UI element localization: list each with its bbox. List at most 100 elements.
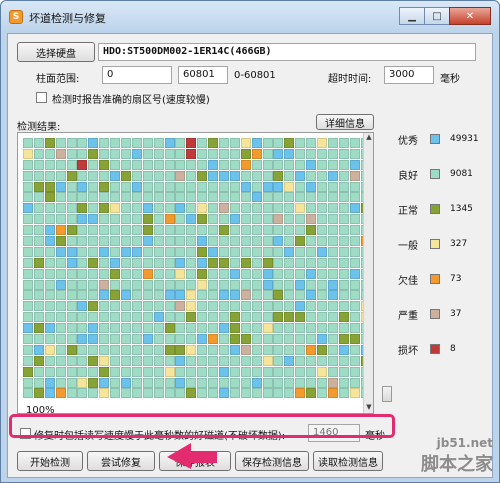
scroll-up-icon[interactable]: ▲ [364,133,374,143]
sector-cell [23,334,33,345]
sector-cell [240,225,251,236]
sector-cell [153,312,164,323]
disk-name-field[interactable]: HDO:ST500DM002-1ER14C(466GB) [98,43,476,61]
sector-cell [121,366,132,377]
start-detect-button[interactable]: 开始检测 [17,451,83,471]
sector-cell [44,257,55,268]
sector-cell [66,159,77,170]
sector-cell [66,334,77,345]
sector-cell [66,312,77,323]
timeout-input[interactable]: 3000 [384,66,434,84]
sector-cell [219,214,230,225]
sector-cell [219,170,230,181]
sector-cell [262,279,273,290]
save-detect-info-button[interactable]: 保存检测信息 [235,451,309,471]
sector-cell [164,214,175,225]
sector-cell [110,246,121,257]
sector-cell [66,257,77,268]
sector-cell [66,388,77,399]
cylinder-from-input[interactable]: 0 [102,66,172,84]
sector-cell [197,203,208,214]
sector-cell [295,279,306,290]
report-sector-checkbox[interactable] [36,92,47,103]
sector-cell [295,366,306,377]
sector-cell [338,301,349,312]
sector-cell [55,138,66,148]
cylinder-to-input[interactable]: 60801 [178,66,228,84]
sector-cell [208,236,219,247]
sector-cell [295,344,306,355]
sector-cell [229,344,240,355]
sector-cell [338,312,349,323]
sector-cell [55,225,66,236]
legend-label: 损坏 [398,345,418,357]
sector-cell [55,290,66,301]
sector-cell [99,279,110,290]
sector-cell [327,290,338,301]
sector-cell [273,246,284,257]
details-button[interactable]: 详细信息 [316,114,374,130]
scroll-down-icon[interactable]: ▼ [364,403,374,413]
sector-cell [110,148,121,159]
sector-cell [229,159,240,170]
sector-cell [229,214,240,225]
sector-cell [175,148,186,159]
legend-swatch [430,134,440,144]
sector-cell [131,214,142,225]
sector-cell [44,170,55,181]
sector-cell [142,377,153,388]
sector-cell [197,334,208,345]
sector-cell [99,334,110,345]
sector-cell [121,148,132,159]
sector-cell [153,301,164,312]
legend-label: 正常 [398,205,418,217]
sector-cell [88,334,99,345]
sector-cell [284,355,295,366]
sector-cell [327,214,338,225]
sector-cell [229,236,240,247]
sector-cell [88,246,99,257]
sector-cell [88,159,99,170]
sector-cell [121,159,132,170]
sector-cell [317,366,328,377]
read-detect-info-button[interactable]: 读取检测信息 [313,451,383,471]
sector-map-scrollbar[interactable]: ▲ ▼ [363,133,373,413]
maximize-button[interactable]: □ [424,7,450,25]
sector-cell [219,388,230,399]
legend-scroll-thumb[interactable] [382,386,392,402]
sector-cell [273,323,284,334]
sector-cell [153,236,164,247]
try-repair-button[interactable]: 尝试修复 [87,451,155,471]
sector-cell [251,257,262,268]
sector-cell [110,203,121,214]
sector-cell [164,312,175,323]
sector-cell [208,355,219,366]
sector-cell [317,268,328,279]
sector-cell [349,148,360,159]
sector-cell [251,312,262,323]
sector-cell [273,355,284,366]
close-button[interactable]: ✕ [449,7,491,25]
sector-cell [219,138,230,148]
sector-cell [229,257,240,268]
sector-cell [229,279,240,290]
sector-cell [208,159,219,170]
sector-cell [77,236,88,247]
sector-cell [273,236,284,247]
sector-cell [251,301,262,312]
sector-cell [306,279,317,290]
sector-cell [131,355,142,366]
sector-cell [273,138,284,148]
sector-cell [186,268,197,279]
sector-cell [284,246,295,257]
sector-cell [55,312,66,323]
sector-cell [164,377,175,388]
minimize-button[interactable]: ▁ [399,7,425,25]
sector-cell [66,192,77,203]
legend-count: 8 [450,344,456,354]
sector-cell [142,181,153,192]
sector-cell [44,236,55,247]
sector-cell [251,388,262,399]
select-disk-button[interactable]: 选择硬盘 [17,42,95,62]
sector-cell [327,388,338,399]
